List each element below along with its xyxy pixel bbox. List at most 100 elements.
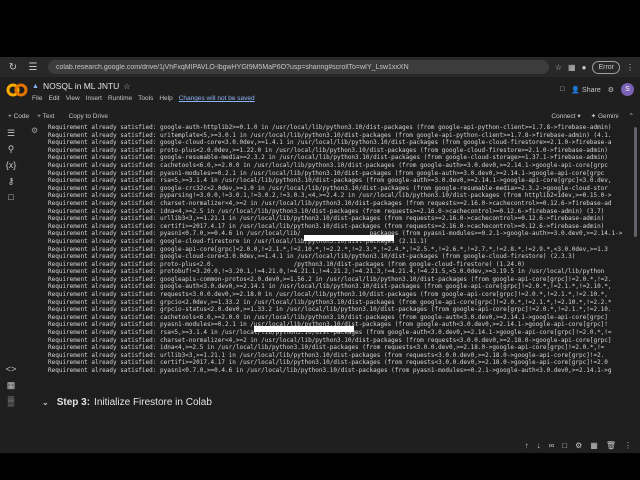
output-line: Requirement already satisfied: google-cl… — [48, 139, 612, 147]
share-label: Share — [582, 86, 601, 94]
chevron-down-icon: ▾ — [577, 113, 581, 120]
output-line: Requirement already satisfied: urllib3<3… — [48, 351, 605, 359]
address-bar-url: colab.research.google.com/drive/1jVhFxqM… — [56, 63, 409, 71]
redaction-box — [254, 326, 354, 332]
mirror-cell-icon[interactable]: ▦ — [590, 441, 598, 450]
connect-label: Connect — [551, 113, 576, 120]
secrets-key-icon[interactable]: ⚷ — [5, 175, 17, 187]
move-down-icon[interactable]: ↓ — [537, 441, 541, 450]
output-text: Requirement already satisfied: google-au… — [48, 124, 638, 375]
menu-tools[interactable]: Tools — [138, 95, 153, 102]
add-text-button[interactable]: + Text — [37, 113, 54, 120]
gemini-button[interactable]: ✦ Gemini — [591, 112, 619, 120]
link-icon[interactable]: ∞ — [549, 441, 555, 450]
terminal-icon[interactable]: ▒ — [5, 395, 17, 407]
output-line: Requirement already satisfied: googleapi… — [48, 275, 612, 283]
collapse-icon[interactable]: ⌃ — [629, 112, 634, 120]
output-line: Requirement already satisfied: grpcio-st… — [48, 306, 612, 314]
output-line: Requirement already satisfied: proto-plu… — [48, 260, 525, 268]
output-line: Requirement already satisfied: certifi>=… — [48, 222, 605, 230]
code-snippets-icon[interactable]: <> — [5, 363, 17, 375]
output-line: Requirement already satisfied: pyasn1<0.… — [48, 367, 612, 374]
bookmark-star-icon[interactable]: ☆ — [555, 63, 562, 72]
menu-edit[interactable]: Edit — [48, 95, 59, 102]
browser-error-button[interactable]: Error — [592, 60, 620, 74]
files-folder-icon[interactable]: □ — [5, 191, 17, 203]
profile-icon[interactable]: ● — [582, 63, 587, 72]
gemini-icon: ✦ — [590, 113, 597, 120]
add-code-button[interactable]: + Code — [8, 113, 29, 120]
output-line: Requirement already satisfied: cachetool… — [48, 313, 608, 321]
section-heading-text: Initialize Firestore in Colab — [94, 397, 212, 408]
section-heading-number: Step 3: — [56, 397, 91, 408]
reload-icon[interactable]: ↻ — [6, 60, 20, 74]
share-button[interactable]: 👤 Share — [571, 86, 600, 94]
output-line: Requirement already satisfied: idna<4,>=… — [48, 207, 605, 215]
menu-runtime[interactable]: Runtime — [108, 95, 132, 102]
output-menu-icon[interactable]: ⚙ — [31, 126, 41, 136]
menu-bar: File Edit View Insert Runtime Tools Help… — [32, 95, 255, 102]
output-line: Requirement already satisfied: uritempla… — [48, 131, 612, 139]
cell-settings-icon[interactable]: ⚙ — [575, 441, 582, 450]
drive-file-icon: ▲ — [32, 82, 39, 90]
browser-actions: ☆ ▦ ● Error ⋮ — [555, 60, 634, 74]
output-line: Requirement already satisfied: certifi>=… — [48, 359, 608, 367]
copy-to-drive-button[interactable]: Copy to Drive — [69, 113, 108, 120]
chevron-down-icon[interactable]: ⌄ — [42, 398, 49, 407]
search-icon[interactable]: ⚲ — [5, 143, 17, 155]
output-line: Requirement already satisfied: google-au… — [48, 283, 612, 291]
comment-icon[interactable]: □ — [560, 86, 564, 93]
output-line: Requirement already satisfied: google-cr… — [48, 184, 608, 192]
output-line: Requirement already satisfied: google-cl… — [48, 253, 576, 261]
colab-header: ▲ NOSQL in ML JNTU ☆ File Edit View Inse… — [0, 77, 640, 109]
left-rail: ☰ ⚲ {x} ⚷ □ <> ▦ ▒ — [0, 123, 22, 453]
menu-help[interactable]: Help — [159, 95, 172, 102]
output-line: Requirement already satisfied: pyparsing… — [48, 192, 612, 200]
output-line: Requirement already satisfied: urllib3<3… — [48, 215, 605, 223]
header-actions: □ 👤 Share ⚙ S — [560, 83, 634, 96]
screen: ↻ ☰ colab.research.google.com/drive/1jVh… — [0, 57, 640, 453]
output-line: Requirement already satisfied: charset-n… — [48, 199, 612, 207]
browser-menu-icon[interactable]: ⋮ — [626, 63, 634, 72]
star-icon[interactable]: ☆ — [123, 82, 130, 91]
more-icon[interactable]: ⋮ — [624, 441, 632, 450]
section-heading: ⌄ Step 3: Initialize Firestore in Colab — [42, 397, 212, 408]
menu-insert[interactable]: Insert — [86, 95, 102, 102]
output-line: Requirement already satisfied: idna<4,>=… — [48, 344, 605, 352]
delete-icon[interactable]: 🗑 — [606, 441, 616, 450]
output-line: Requirement already satisfied: rsa<5,>=3… — [48, 177, 612, 185]
share-icon: 👤 — [571, 86, 581, 94]
avatar[interactable]: S — [621, 83, 634, 96]
notebook-title[interactable]: NOSQL in ML JNTU — [43, 81, 119, 91]
output-line: Requirement already satisfied: proto-plu… — [48, 146, 608, 154]
unsaved-changes-link[interactable]: Changes will not be saved — [179, 95, 255, 102]
gemini-label: Gemini — [597, 113, 619, 120]
redaction-box — [304, 235, 394, 241]
extension-icon[interactable]: ▦ — [568, 63, 576, 72]
browser-url-bar: ↻ ☰ colab.research.google.com/drive/1jVh… — [0, 57, 640, 77]
notebook-toolbar: + Code + Text Copy to Drive Connect ▾ ✦ … — [0, 109, 640, 123]
output-line: Requirement already satisfied: pyasn1-mo… — [48, 169, 605, 177]
output-line: Requirement already satisfied: cachetool… — [48, 161, 608, 169]
cell-toolbar: ↑ ↓ ∞ □ ⚙ ▦ 🗑 ⋮ — [525, 441, 632, 450]
move-up-icon[interactable]: ↑ — [525, 441, 529, 450]
comment-icon[interactable]: □ — [562, 441, 567, 450]
connect-button[interactable]: Connect ▾ — [551, 112, 580, 120]
cell-output: ⚙ Requirement already satisfied: google-… — [22, 123, 640, 450]
colab-logo-icon[interactable] — [6, 83, 28, 97]
output-line: Requirement already satisfied: charset-n… — [48, 336, 612, 344]
output-line: Requirement already satisfied: google-au… — [48, 124, 612, 131]
command-palette-icon[interactable]: ▦ — [5, 379, 17, 391]
output-line: Requirement already satisfied: google-re… — [48, 154, 608, 162]
toc-icon[interactable]: ☰ — [5, 127, 17, 139]
variables-icon[interactable]: {x} — [5, 159, 17, 171]
notebook-title-row: ▲ NOSQL in ML JNTU ☆ — [32, 81, 130, 91]
output-line: Requirement already satisfied: protobuf!… — [48, 268, 605, 276]
menu-file[interactable]: File — [32, 95, 42, 102]
menu-view[interactable]: View — [66, 95, 80, 102]
output-line: Requirement already satisfied: requests<… — [48, 291, 608, 299]
address-bar[interactable]: colab.research.google.com/drive/1jVhFxqM… — [48, 60, 549, 74]
site-info-icon[interactable]: ☰ — [26, 60, 40, 74]
output-scrollbar[interactable] — [634, 127, 637, 237]
settings-icon[interactable]: ⚙ — [608, 86, 614, 94]
